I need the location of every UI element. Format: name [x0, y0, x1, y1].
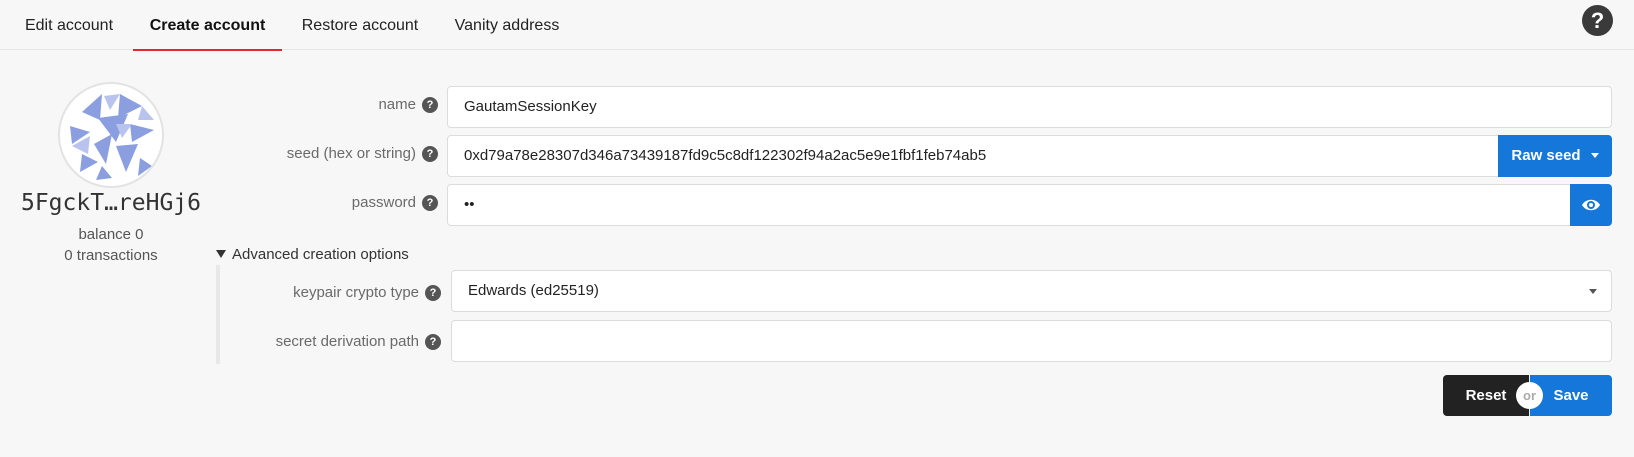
help-icon[interactable]: ? [425, 285, 441, 301]
crypto-type-label: keypair crypto type? [293, 284, 441, 301]
help-icon[interactable]: ? [422, 97, 438, 113]
password-input[interactable]: •• [447, 184, 1571, 226]
account-transactions: 0 transactions [64, 247, 158, 264]
help-icon[interactable]: ? [422, 146, 438, 162]
help-icon[interactable]: ? [425, 334, 441, 350]
tab-bar: Edit account Create account Restore acco… [0, 0, 1634, 51]
tab-create-account[interactable]: Create account [133, 0, 282, 51]
chevron-down-icon [1589, 289, 1597, 294]
help-icon[interactable]: ? [1582, 5, 1613, 36]
advanced-options-bar [216, 265, 220, 364]
show-password-button[interactable] [1570, 184, 1612, 226]
chevron-down-icon [1590, 153, 1599, 158]
account-balance: balance 0 [78, 226, 144, 243]
triangle-down-icon [216, 250, 226, 258]
tab-restore-account[interactable]: Restore account [293, 0, 427, 50]
password-label: password? [352, 194, 438, 211]
tab-edit-account[interactable]: Edit account [10, 0, 128, 50]
derivation-path-input[interactable] [451, 320, 1612, 362]
seed-label: seed (hex or string)? [287, 145, 438, 162]
eye-icon [1582, 199, 1600, 211]
or-separator: or [1516, 382, 1543, 409]
account-address: 5FgckT…reHGj6 [20, 190, 201, 216]
crypto-type-select[interactable]: Edwards (ed25519) [451, 270, 1612, 312]
seed-type-dropdown[interactable]: Raw seed [1498, 135, 1612, 177]
seed-input[interactable]: 0xd79a78e28307d346a73439187fd9c5c8df1223… [447, 135, 1499, 177]
advanced-options-toggle[interactable]: Advanced creation options [216, 246, 409, 263]
name-label: name? [378, 96, 438, 113]
tab-vanity-address[interactable]: Vanity address [447, 0, 567, 50]
derivation-path-label: secret derivation path? [276, 333, 441, 350]
help-icon[interactable]: ? [422, 195, 438, 211]
name-input[interactable]: GautamSessionKey [447, 86, 1612, 128]
identicon[interactable] [58, 82, 164, 188]
identicon-icon [70, 94, 154, 180]
